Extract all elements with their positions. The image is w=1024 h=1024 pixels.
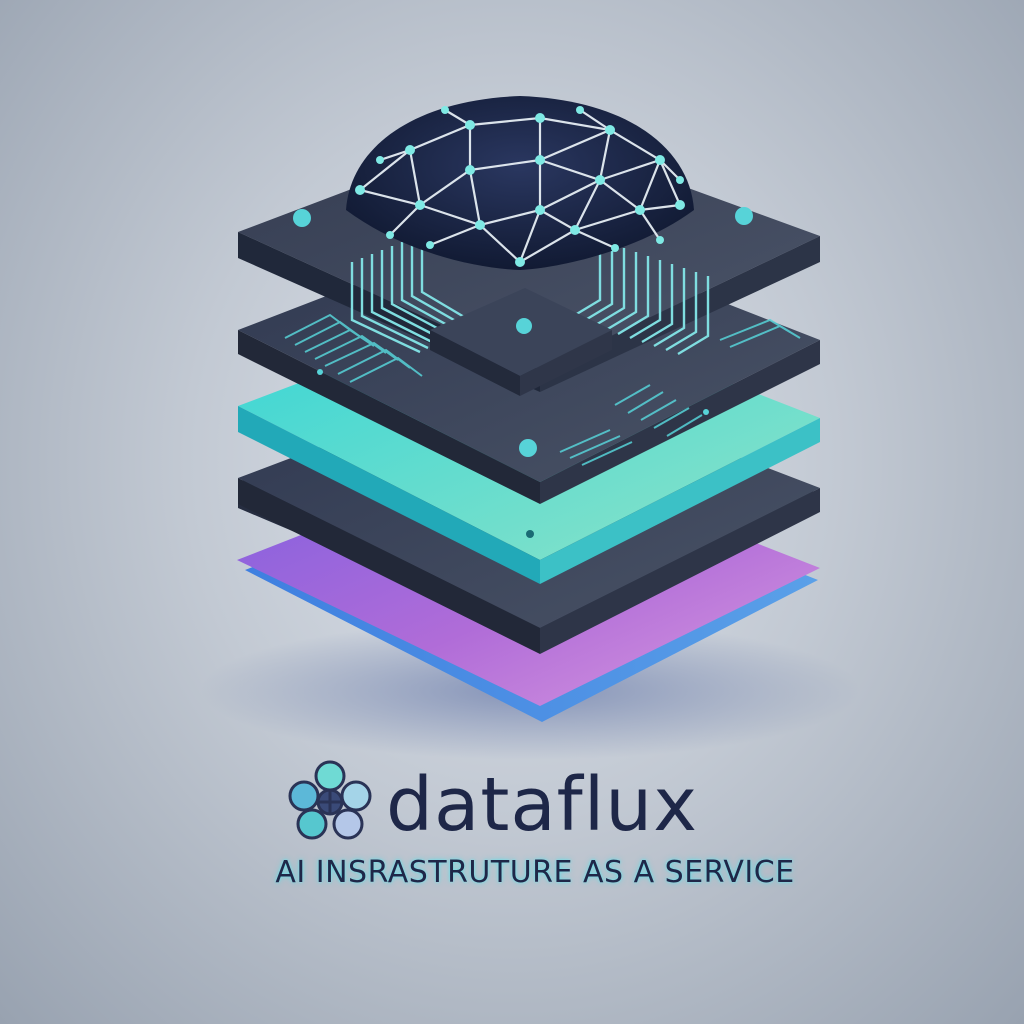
- brand-tagline: AI INSRASTRUTURE AS A SERVICE: [275, 855, 795, 890]
- brand-name: dataflux: [386, 762, 698, 848]
- plate-node-left: [293, 209, 311, 227]
- neural-cluster-icon: [288, 760, 372, 840]
- plate-node-right: [735, 207, 753, 225]
- layer-teal-node: [526, 530, 534, 538]
- brand-row: dataflux: [0, 752, 1024, 852]
